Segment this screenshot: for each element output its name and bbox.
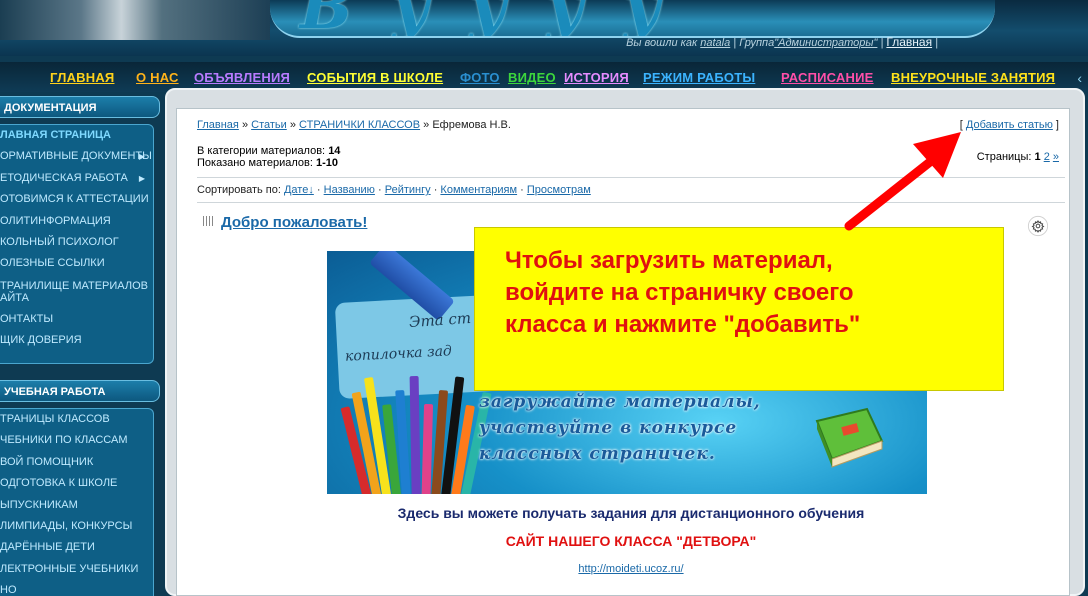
doc-item[interactable]: ЛАВНАЯ СТРАНИЦА bbox=[0, 125, 153, 146]
study-item[interactable]: ЛИМПИАДЫ, КОНКУРСЫ bbox=[0, 516, 153, 537]
breadcrumb-home[interactable]: Главная bbox=[197, 119, 239, 131]
class-site-link[interactable]: http://moideti.ucoz.ru/ bbox=[578, 563, 683, 575]
nav-history[interactable]: ИСТОРИЯ bbox=[564, 70, 629, 85]
add-article-link[interactable]: Добавить статью bbox=[966, 119, 1053, 131]
doc-item[interactable]: ОЛЕЗНЫЕ ССЫЛКИ bbox=[0, 253, 153, 274]
study-item[interactable]: ЧЕБНИКИ ПО КЛАССАМ bbox=[0, 430, 153, 451]
entry-bullet-icon bbox=[203, 216, 215, 226]
nav-extracurricular[interactable]: ВНЕУРОЧНЫЕ ЗАНЯТИЯ bbox=[891, 70, 1055, 85]
distance-learning-caption: Здесь вы можете получать задания для дис… bbox=[397, 505, 865, 521]
doc-item[interactable]: ТРАНИЛИЩЕ МАТЕРИАЛОВ АЙТА bbox=[0, 275, 153, 309]
pencil bbox=[421, 403, 434, 494]
nav-photo[interactable]: ФОТО bbox=[460, 70, 500, 85]
study-item[interactable]: НО bbox=[0, 580, 153, 596]
breadcrumb-class-pages[interactable]: СТРАНИЧКИ КЛАССОВ bbox=[299, 119, 420, 131]
entry-title: Добро пожаловать! bbox=[203, 214, 367, 231]
page-next-link[interactable]: » bbox=[1053, 151, 1059, 163]
study-item[interactable]: ТРАНИЦЫ КЛАССОВ bbox=[0, 409, 153, 430]
nav-announcements[interactable]: ОБЪЯВЛЕНИЯ bbox=[194, 70, 290, 85]
doc-item[interactable]: ОЛИТИНФОРМАЦИЯ bbox=[0, 211, 153, 232]
site-header: Вуууу Вы вошли как natala | Группа"Админ… bbox=[0, 0, 1088, 56]
user-bar: Вы вошли как natala | Группа"Администрат… bbox=[626, 35, 938, 49]
class-site-link-wrap: http://moideti.ucoz.ru/ bbox=[197, 563, 1065, 575]
breadcrumb-current: Ефремова Н.В. bbox=[432, 119, 511, 131]
sidebar-doc-menu: ЛАВНАЯ СТРАНИЦА ОРМАТИВНЫЕ ДОКУМЕНТЫ ▶ ЕТОД… bbox=[0, 124, 154, 364]
nav-home[interactable]: ГЛАВНАЯ bbox=[50, 70, 114, 85]
left-sidebar: ДОКУМЕНТАЦИЯ ЛАВНАЯ СТРАНИЦА ОРМАТИВНЫЕ Д… bbox=[0, 96, 160, 596]
banner-slogan: загружайте материалы, участвуйте в конку… bbox=[479, 392, 761, 464]
sort-by-views[interactable]: Просмотрам bbox=[527, 184, 591, 196]
breadcrumb: Главная » Статьи » СТРАНИЧКИ КЛАССОВ » Е… bbox=[197, 119, 511, 131]
sort-by-rating[interactable]: Рейтингу bbox=[385, 184, 431, 196]
study-item[interactable]: ОДГОТОВКА К ШКОЛЕ bbox=[0, 473, 153, 494]
class-site-caption: САЙТ НАШЕГО КЛАССА "ДЕТВОРА" bbox=[505, 533, 757, 549]
sort-by-comments[interactable]: Комментариям bbox=[440, 184, 517, 196]
study-item[interactable]: ВОЙ ПОМОЩНИК bbox=[0, 452, 153, 473]
breadcrumb-articles[interactable]: Статьи bbox=[251, 119, 287, 131]
study-item[interactable]: ЫПУСКНИКАМ bbox=[0, 495, 153, 516]
submenu-arrow-icon: ▶ bbox=[138, 173, 145, 183]
sidebar-study-header: УЧЕБНАЯ РАБОТА bbox=[0, 380, 160, 402]
material-counts: В категории материалов: 14 Показано мате… bbox=[197, 145, 341, 169]
green-book-icon bbox=[815, 407, 884, 468]
nav-schedule-work[interactable]: РЕЖИМ РАБОТЫ bbox=[643, 70, 755, 85]
page-current: 1 bbox=[1034, 151, 1041, 163]
sort-by-title[interactable]: Названию bbox=[324, 184, 375, 196]
submenu-arrow-icon: ▶ bbox=[138, 152, 145, 162]
doc-item[interactable]: ЩИК ДОВЕРИЯ bbox=[0, 330, 153, 351]
sort-bar: Сортировать по: Дате↓ · Названию · Рейти… bbox=[197, 184, 591, 196]
logged-as-prefix: Вы вошли как bbox=[626, 37, 698, 49]
nav-scroll-left-icon[interactable]: ‹ bbox=[1077, 70, 1082, 86]
sidebar-doc-header: ДОКУМЕНТАЦИЯ bbox=[0, 96, 160, 118]
sidebar-study-menu: ТРАНИЦЫ КЛАССОВ ЧЕБНИКИ ПО КЛАССАМ ВОЙ ПОМ… bbox=[0, 408, 154, 596]
doc-item[interactable]: ЕТОДИЧЕСКАЯ РАБОТА ▶ bbox=[0, 168, 153, 189]
home-link[interactable]: Главная bbox=[886, 35, 932, 49]
doc-item[interactable]: ОНТАКТЫ bbox=[0, 309, 153, 330]
nav-about[interactable]: О НАС bbox=[136, 70, 179, 85]
group-link[interactable]: "Администраторы" bbox=[774, 37, 877, 49]
study-item[interactable]: ДАРЁННЫЕ ДЕТИ bbox=[0, 537, 153, 558]
nav-video[interactable]: ВИДЕО bbox=[508, 70, 556, 85]
nav-timetable[interactable]: РАСПИСАНИЕ bbox=[781, 70, 874, 85]
study-item[interactable]: ЛЕКТРОННЫЕ УЧЕБНИКИ bbox=[0, 559, 153, 580]
gear-icon[interactable] bbox=[1027, 215, 1049, 237]
pagination: Страницы: 1 2 » bbox=[976, 151, 1059, 163]
entry-title-link[interactable]: Добро пожаловать! bbox=[221, 214, 367, 231]
username-link[interactable]: natala bbox=[700, 37, 730, 49]
doc-item[interactable]: ОТОВИМСЯ К АТТЕСТАЦИИ bbox=[0, 189, 153, 210]
group-prefix: Группа bbox=[739, 37, 775, 49]
instruction-callout: Чтобы загрузить материал, войдите на стр… bbox=[474, 227, 1004, 391]
page-2-link[interactable]: 2 bbox=[1044, 151, 1050, 163]
red-arrow-icon bbox=[844, 132, 961, 231]
sort-by-date[interactable]: Дате↓ bbox=[284, 184, 314, 196]
doc-item[interactable]: ОРМАТИВНЫЕ ДОКУМЕНТЫ ▶ bbox=[0, 146, 153, 167]
doc-item[interactable]: КОЛЬНЫЙ ПСИХОЛОГ bbox=[0, 232, 153, 253]
site-logo: Вуууу bbox=[300, 0, 701, 38]
sort-desc-icon: ↓ bbox=[308, 184, 314, 196]
header-photo bbox=[0, 0, 270, 40]
site-logo-band: Вуууу bbox=[270, 0, 995, 38]
nav-events[interactable]: СОБЫТИЯ В ШКОЛЕ bbox=[307, 70, 443, 85]
